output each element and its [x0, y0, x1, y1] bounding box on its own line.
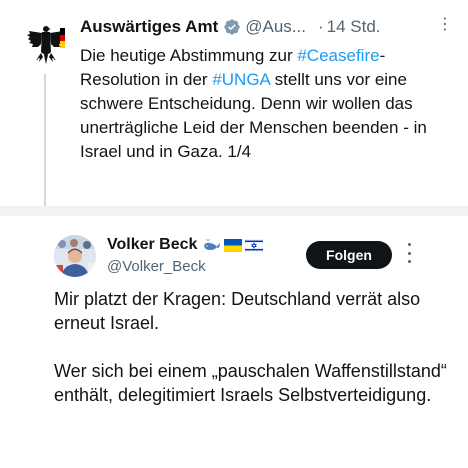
tweet-screenshot: Auswärtiges Amt @Aus... · 14 Std. ⋮ Die …: [0, 0, 468, 468]
hashtag-ceasefire[interactable]: #Ceasefire: [297, 46, 379, 65]
display-name[interactable]: Volker Beck: [107, 236, 197, 254]
tweet-paragraph: Wer sich bei einem „pauschalen Waffensti…: [54, 361, 447, 405]
separator-dot: ·: [317, 17, 324, 36]
more-icon[interactable]: [406, 243, 412, 263]
more-icon[interactable]: ⋮: [437, 14, 454, 34]
verified-badge-icon[interactable]: [223, 18, 241, 36]
thread-line: [44, 74, 46, 206]
tweet-text: Mir platzt der Kragen: Deutschland verrä…: [54, 287, 454, 407]
hashtag-unga[interactable]: #UNGA: [212, 70, 270, 89]
tweet-divider: [0, 206, 468, 216]
text-segment: Die heutige Abstimmung zur: [80, 46, 298, 65]
handle[interactable]: @Aus...: [245, 17, 306, 37]
follow-button[interactable]: Folgen: [306, 241, 392, 269]
quoted-tweet[interactable]: Auswärtiges Amt @Aus... · 14 Std. ⋮ Die …: [0, 0, 468, 210]
quoted-tweet-header: Auswärtiges Amt @Aus... · 14 Std.: [80, 14, 452, 40]
german-flag-icon: [60, 28, 65, 48]
israel-flag-icon: [245, 238, 264, 252]
display-name[interactable]: Auswärtiges Amt: [80, 17, 218, 37]
tweet-paragraph: Mir platzt der Kragen: Deutschland verrä…: [54, 289, 421, 333]
ukraine-flag-icon: [224, 238, 243, 252]
author-name-row: Volker Beck: [107, 236, 264, 254]
avatar-photo-icon: [54, 235, 96, 277]
handle[interactable]: @Volker_Beck: [107, 258, 206, 275]
whale-icon: [204, 238, 221, 250]
quoted-tweet-text: Die heutige Abstimmung zur #Ceasefire-Re…: [80, 44, 456, 164]
timestamp[interactable]: 14 Std.: [327, 17, 381, 37]
name-emoji-badges: [203, 238, 264, 252]
avatar[interactable]: [54, 235, 96, 277]
